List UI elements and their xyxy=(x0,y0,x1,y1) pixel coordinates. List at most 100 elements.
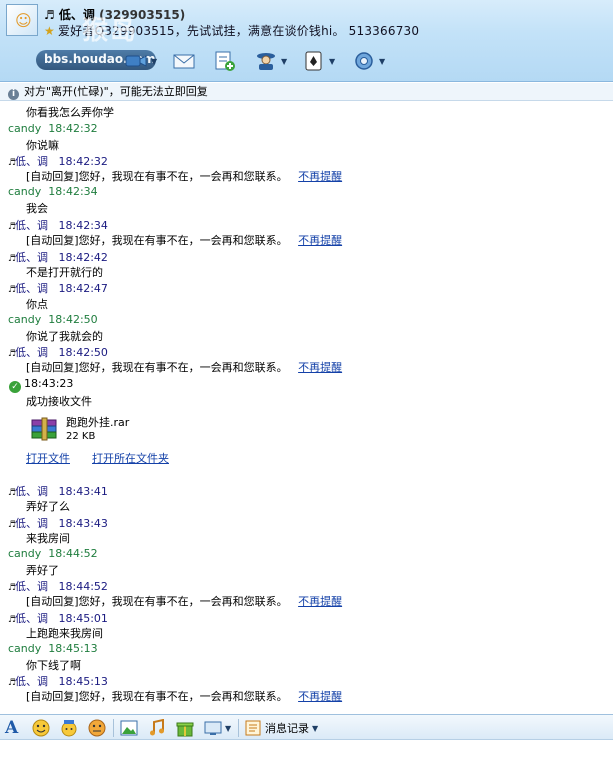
card-game-icon xyxy=(302,49,326,73)
message-text: 不是打开就行的 xyxy=(26,266,103,279)
gear-icon xyxy=(352,49,376,73)
open-folder-link[interactable]: 打开所在文件夹 xyxy=(92,450,169,466)
music-note-icon: ♬ xyxy=(8,254,17,264)
message-header: ♬低、调 18:43:43 xyxy=(8,517,108,530)
toolbar-video-button[interactable]: ▼ xyxy=(124,48,157,74)
chevron-down-icon[interactable]: ▼ xyxy=(225,724,231,733)
music-button[interactable] xyxy=(148,719,166,737)
chat-history[interactable]: 你看我怎么弄你学 candy 18:42:32 你说嘛 ♬低、调 18:42:3… xyxy=(0,101,613,714)
dont-remind-link[interactable]: 不再提醒 xyxy=(298,690,342,703)
message-header: ♬低、调 18:42:47 xyxy=(8,282,108,295)
dont-remind-link[interactable]: 不再提醒 xyxy=(298,361,342,374)
rar-file-icon[interactable] xyxy=(30,417,60,443)
message-header: ♬低、调 18:44:52 xyxy=(8,580,108,593)
input-toolbar: A ▼ 消息记录 ▼ xyxy=(0,714,613,740)
history-icon xyxy=(245,720,261,736)
music-note-icon: ♬ xyxy=(8,488,17,498)
message-text: 我会 xyxy=(26,202,48,215)
message-input[interactable] xyxy=(0,740,613,762)
message-header: candy 18:45:13 xyxy=(8,642,98,655)
image-icon xyxy=(120,720,138,736)
music-note-icon: ♬ xyxy=(8,615,17,625)
music-note-icon: ♬ xyxy=(8,158,17,168)
file-transfer-header: ✓ 18:43:23 xyxy=(9,377,73,393)
font-button[interactable]: A xyxy=(5,718,19,738)
message-header: ♬低、调 18:42:32 xyxy=(8,155,108,168)
file-size: 22 KB xyxy=(66,431,96,442)
toolbar-divider xyxy=(238,719,239,737)
toolbar-add-note-button[interactable] xyxy=(213,48,237,74)
toolbar-games-button[interactable]: ▼ xyxy=(302,48,335,74)
message-text: 来我房间 xyxy=(26,532,70,545)
message-header: candy 18:42:50 xyxy=(8,313,98,326)
video-camera-icon xyxy=(124,49,148,73)
chevron-down-icon[interactable]: ▼ xyxy=(151,57,157,66)
chevron-down-icon[interactable]: ▼ xyxy=(281,57,287,66)
message-text: 你下线了啊 xyxy=(26,659,81,672)
check-circle-icon: ✓ xyxy=(9,381,21,393)
music-note-icon: ♬ xyxy=(8,678,17,688)
message-history-label: 消息记录 xyxy=(265,722,309,735)
music-note-icon: ♬ xyxy=(8,520,17,530)
shake-window-button[interactable] xyxy=(88,719,106,737)
music-note-icon: ♬ xyxy=(8,349,17,359)
gift-button[interactable] xyxy=(176,719,194,737)
music-note-icon: ♬ xyxy=(8,285,17,295)
email-icon xyxy=(172,49,196,73)
avatar-icon: ☺ xyxy=(15,11,32,30)
open-file-link[interactable]: 打开文件 xyxy=(26,450,70,466)
toolbar-settings-button[interactable]: ▼ xyxy=(352,48,385,74)
music-icon xyxy=(150,719,164,736)
message-text: 上跑跑来我房间 xyxy=(26,627,103,640)
screenshot-icon xyxy=(204,721,222,735)
contact-avatar[interactable]: ☺ xyxy=(6,4,38,36)
message-header: ♬低、调 18:42:42 xyxy=(8,251,108,264)
chevron-down-icon[interactable]: ▼ xyxy=(329,57,335,66)
dont-remind-link[interactable]: 不再提醒 xyxy=(298,595,342,608)
smiley-icon xyxy=(32,719,50,737)
message-history-button[interactable]: 消息记录 ▼ xyxy=(245,719,318,737)
auto-reply-text: [自动回复]您好，我现在有事不在，一会再和您联系。 不再提醒 xyxy=(26,170,343,183)
message-header: ♬低、调 18:45:13 xyxy=(8,675,108,688)
message-header: ♬低、调 18:42:34 xyxy=(8,219,108,232)
gift-icon xyxy=(176,722,194,737)
auto-reply-text: [自动回复]您好，我现在有事不在，一会再和您联系。 不再提醒 xyxy=(26,690,343,703)
message-text: 你说嘛 xyxy=(26,139,59,152)
chat-window-header: ☺ ♬ 低、调 (329903515) ★ 爱好者Q329903515，先试试挂，… xyxy=(0,0,613,82)
auto-reply-text: [自动回复]您好，我现在有事不在，一会再和您联系。 不再提醒 xyxy=(26,234,343,247)
chevron-down-icon[interactable]: ▼ xyxy=(379,57,385,66)
message-text: 弄好了么 xyxy=(26,500,70,513)
auto-reply-text: [自动回复]您好，我现在有事不在，一会再和您联系。 不再提醒 xyxy=(26,361,343,374)
toolbar-divider xyxy=(113,719,114,737)
font-icon: A xyxy=(5,718,19,738)
chevron-down-icon[interactable]: ▼ xyxy=(312,724,318,733)
music-note-icon: ♬ xyxy=(8,583,17,593)
message-header: candy 18:44:52 xyxy=(8,547,98,560)
message-text: 你说了我就会的 xyxy=(26,330,103,343)
toolbar-email-button[interactable] xyxy=(172,48,196,74)
message-header: candy 18:42:32 xyxy=(8,122,98,135)
file-received-text: 成功接收文件 xyxy=(26,395,92,408)
magic-emoji-button[interactable] xyxy=(60,719,78,737)
message-text: 你点 xyxy=(26,298,48,311)
dont-remind-link[interactable]: 不再提醒 xyxy=(298,170,342,183)
message-text: 你看我怎么弄你学 xyxy=(26,106,114,119)
message-header: candy 18:42:34 xyxy=(8,185,98,198)
status-star-icon: ★ xyxy=(44,24,55,38)
user-info-icon xyxy=(254,49,278,73)
dont-remind-link[interactable]: 不再提醒 xyxy=(298,234,342,247)
magic-face-icon xyxy=(61,720,77,737)
info-icon: i xyxy=(8,89,19,100)
shake-face-icon xyxy=(88,719,106,737)
send-image-button[interactable] xyxy=(120,719,138,737)
note-add-icon xyxy=(213,49,237,73)
screenshot-button[interactable]: ▼ xyxy=(204,719,231,737)
toolbar-user-info-button[interactable]: ▼ xyxy=(254,48,287,74)
message-header: ♬低、调 18:42:50 xyxy=(8,346,108,359)
music-note-icon: ♬ xyxy=(8,222,17,232)
auto-reply-text: [自动回复]您好，我现在有事不在，一会再和您联系。 不再提醒 xyxy=(26,595,343,608)
message-text: 弄好了 xyxy=(26,564,59,577)
message-header: ♬低、调 18:43:41 xyxy=(8,485,108,498)
emoji-button[interactable] xyxy=(32,719,50,737)
file-name[interactable]: 跑跑外挂.rar xyxy=(66,414,129,430)
